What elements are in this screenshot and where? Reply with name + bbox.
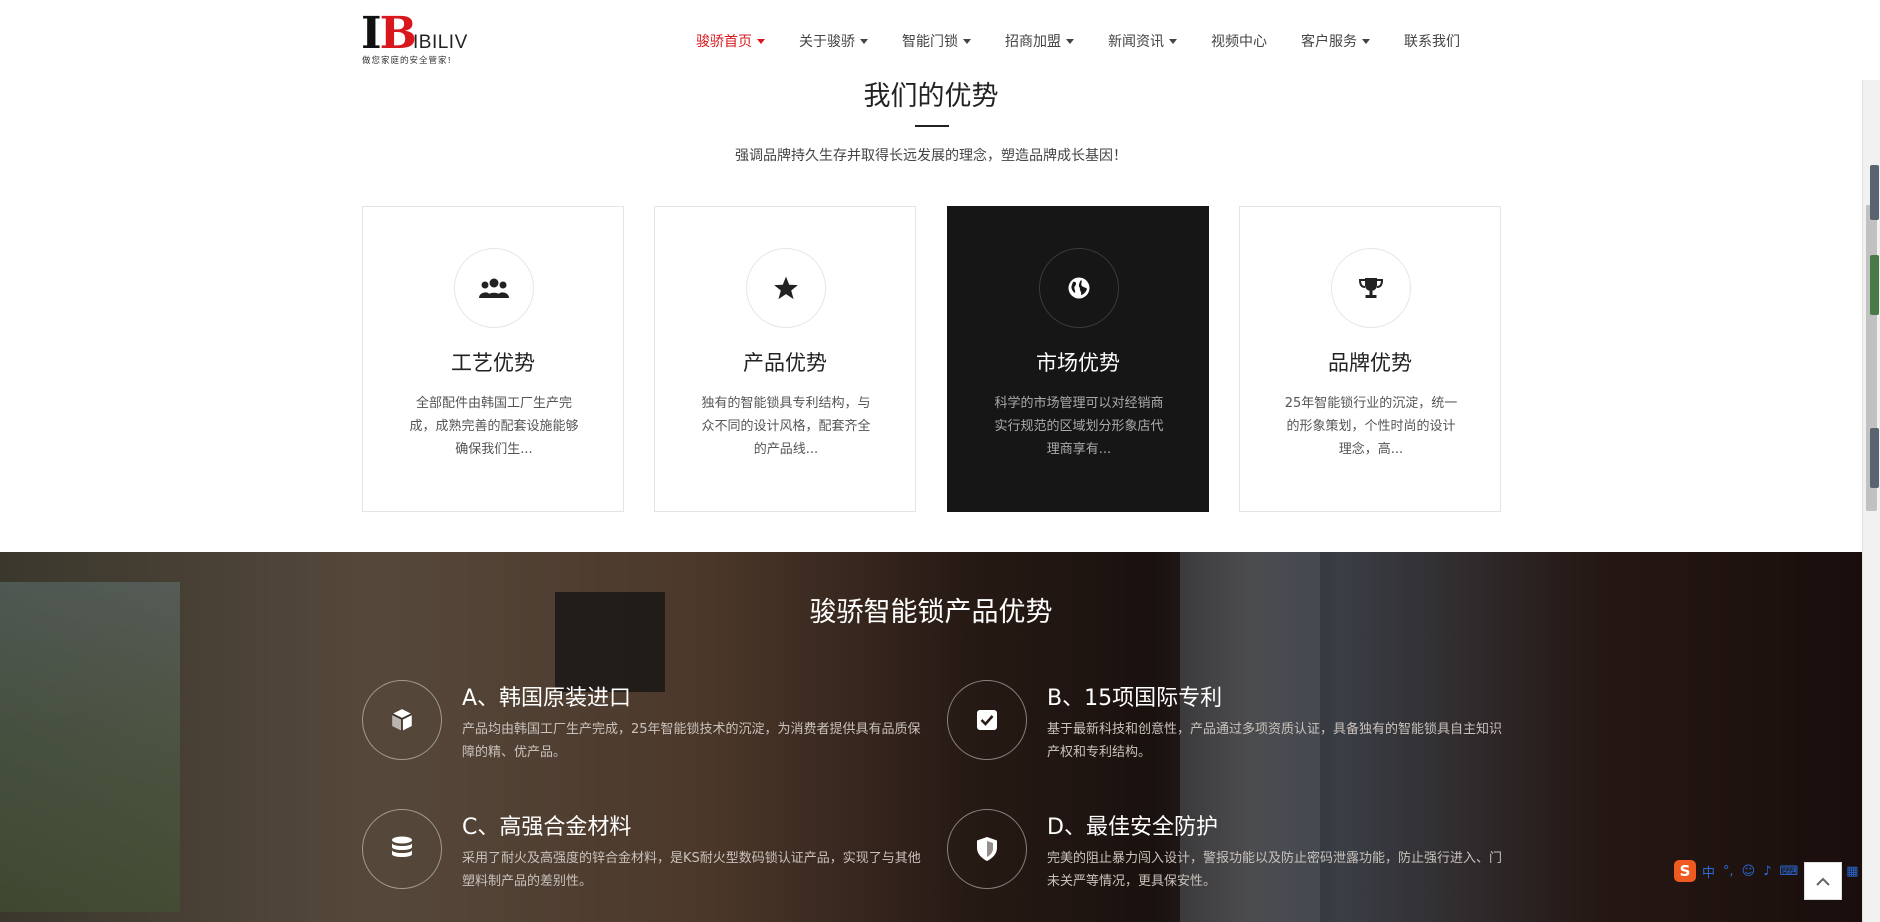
product-advantages-title: 骏骄智能锁产品优势 — [809, 597, 1053, 628]
chevron-down-icon — [860, 38, 868, 44]
page-scrollbar[interactable] — [1862, 0, 1880, 922]
nav-item-home[interactable]: 骏骄首页 — [696, 30, 765, 52]
chevron-down-icon — [1169, 38, 1177, 44]
advantage-card-product[interactable]: 产品优势 独有的智能锁具专利结构，与众不同的设计风格，配套齐全的产品线... — [654, 206, 916, 512]
site-header: IB IBILIV 做您家庭的安全管家! 骏骄首页 关于骏骄 智能门锁 招商加盟… — [0, 0, 1880, 80]
feature-description: 产品均由韩国工厂生产完成，25年智能锁技术的沉淀，为消费者提供具有品质保障的精、… — [462, 722, 921, 760]
card-title: 工艺优势 — [451, 351, 535, 375]
shield-icon — [947, 809, 1027, 889]
logo-tagline: 做您家庭的安全管家! — [362, 56, 452, 66]
side-widget-middle[interactable] — [1870, 255, 1879, 315]
card-title: 市场优势 — [1036, 351, 1120, 375]
nav-label: 新闻资讯 — [1108, 34, 1164, 50]
main-nav: 骏骄首页 关于骏骄 智能门锁 招商加盟 新闻资讯 视频中心 客户服务 联系我们 — [696, 30, 1494, 52]
feature-title: D、最佳安全防护 — [1047, 815, 1218, 840]
logo-mark: IB — [361, 12, 417, 56]
nav-label: 骏骄首页 — [696, 34, 752, 50]
checkbox-icon — [947, 680, 1027, 760]
card-title: 产品优势 — [743, 351, 827, 375]
nav-item-video[interactable]: 视频中心 — [1211, 30, 1267, 52]
advantages-subtitle: 强调品牌持久生存并取得长远发展的理念，塑造品牌成长基因！ — [735, 148, 1127, 164]
feature-title: C、高强合金材料 — [462, 815, 632, 840]
advantage-card-market[interactable]: 市场优势 科学的市场管理可以对经销商实行规范的区域划分形象店代理商享有... — [947, 206, 1209, 512]
microphone-icon[interactable]: ♪ — [1763, 864, 1771, 879]
users-icon — [454, 248, 534, 328]
title-divider — [915, 125, 949, 127]
card-description: 全部配件由韩国工厂生产完成，成熟完善的配套设施能够确保我们生... — [409, 396, 579, 457]
feature-title: B、15项国际专利 — [1047, 686, 1223, 711]
nav-label: 关于骏骄 — [799, 34, 855, 50]
keyboard-icon[interactable]: ⌨ — [1780, 864, 1799, 879]
product-advantages-section: 骏骄智能锁产品优势 A、韩国原装进口 产品均由韩国工厂生产完成，25年智能锁技术… — [0, 552, 1862, 922]
chevron-down-icon — [963, 38, 971, 44]
nav-label: 智能门锁 — [902, 34, 958, 50]
advantage-card-brand[interactable]: 品牌优势 25年智能锁行业的沉淀，统一的形象策划，个性时尚的设计理念，高... — [1239, 206, 1501, 512]
emoji-icon[interactable]: ☺ — [1742, 864, 1756, 879]
nav-item-about[interactable]: 关于骏骄 — [799, 30, 868, 52]
logo-letter-i: I — [361, 8, 382, 59]
nav-item-news[interactable]: 新闻资讯 — [1108, 30, 1177, 52]
card-description: 科学的市场管理可以对经销商实行规范的区域划分形象店代理商享有... — [994, 396, 1164, 457]
chevron-down-icon — [1362, 38, 1370, 44]
grid-menu-icon[interactable]: ▦ — [1846, 864, 1858, 879]
feature-title: A、韩国原装进口 — [462, 686, 632, 711]
nav-item-smart-locks[interactable]: 智能门锁 — [902, 30, 971, 52]
trophy-icon — [1331, 248, 1411, 328]
chevron-down-icon — [1066, 38, 1074, 44]
nav-label: 视频中心 — [1211, 34, 1267, 50]
card-description: 25年智能锁行业的沉淀，统一的形象策划，个性时尚的设计理念，高... — [1284, 396, 1458, 457]
chevron-up-icon — [1816, 877, 1830, 886]
nav-item-contact[interactable]: 联系我们 — [1404, 30, 1460, 52]
cube-icon — [362, 680, 442, 760]
logo-wordmark: IBILIV — [413, 32, 468, 53]
chevron-down-icon — [757, 38, 765, 44]
nav-item-franchise[interactable]: 招商加盟 — [1005, 30, 1074, 52]
logo-letter-b: B — [379, 8, 417, 59]
nav-item-service[interactable]: 客户服务 — [1301, 30, 1370, 52]
advantage-card-craft[interactable]: 工艺优势 全部配件由韩国工厂生产完成，成熟完善的配套设施能够确保我们生... — [362, 206, 624, 512]
ime-punctuation[interactable]: °, — [1723, 864, 1734, 879]
feature-description: 基于最新科技和创意性，产品通过多项资质认证，具备独有的智能锁具自主知识产权和专利… — [1047, 722, 1503, 760]
globe-icon — [1039, 248, 1119, 328]
nav-label: 招商加盟 — [1005, 34, 1061, 50]
nav-label: 客户服务 — [1301, 34, 1357, 50]
ime-logo-icon[interactable]: S — [1674, 860, 1696, 882]
ime-mode-chinese[interactable]: 中 — [1702, 862, 1715, 881]
nav-label: 联系我们 — [1404, 34, 1460, 50]
side-widget-top[interactable] — [1870, 165, 1879, 220]
database-icon — [362, 809, 442, 889]
card-description: 独有的智能锁具专利结构，与众不同的设计风格，配套齐全的产品线... — [701, 396, 871, 457]
site-logo[interactable]: IB IBILIV 做您家庭的安全管家! — [361, 12, 471, 70]
side-widget-bottom[interactable] — [1870, 428, 1879, 488]
feature-description: 完美的阻止暴力闯入设计，警报功能以及防止密码泄露功能，防止强行进入、门未关严等情… — [1047, 851, 1503, 889]
back-to-top-button[interactable] — [1804, 862, 1842, 900]
card-title: 品牌优势 — [1328, 351, 1412, 375]
star-icon — [746, 248, 826, 328]
feature-description: 采用了耐火及高强度的锌合金材料，是KS耐火型数码锁认证产品，实现了与其他塑料制产… — [462, 851, 921, 889]
